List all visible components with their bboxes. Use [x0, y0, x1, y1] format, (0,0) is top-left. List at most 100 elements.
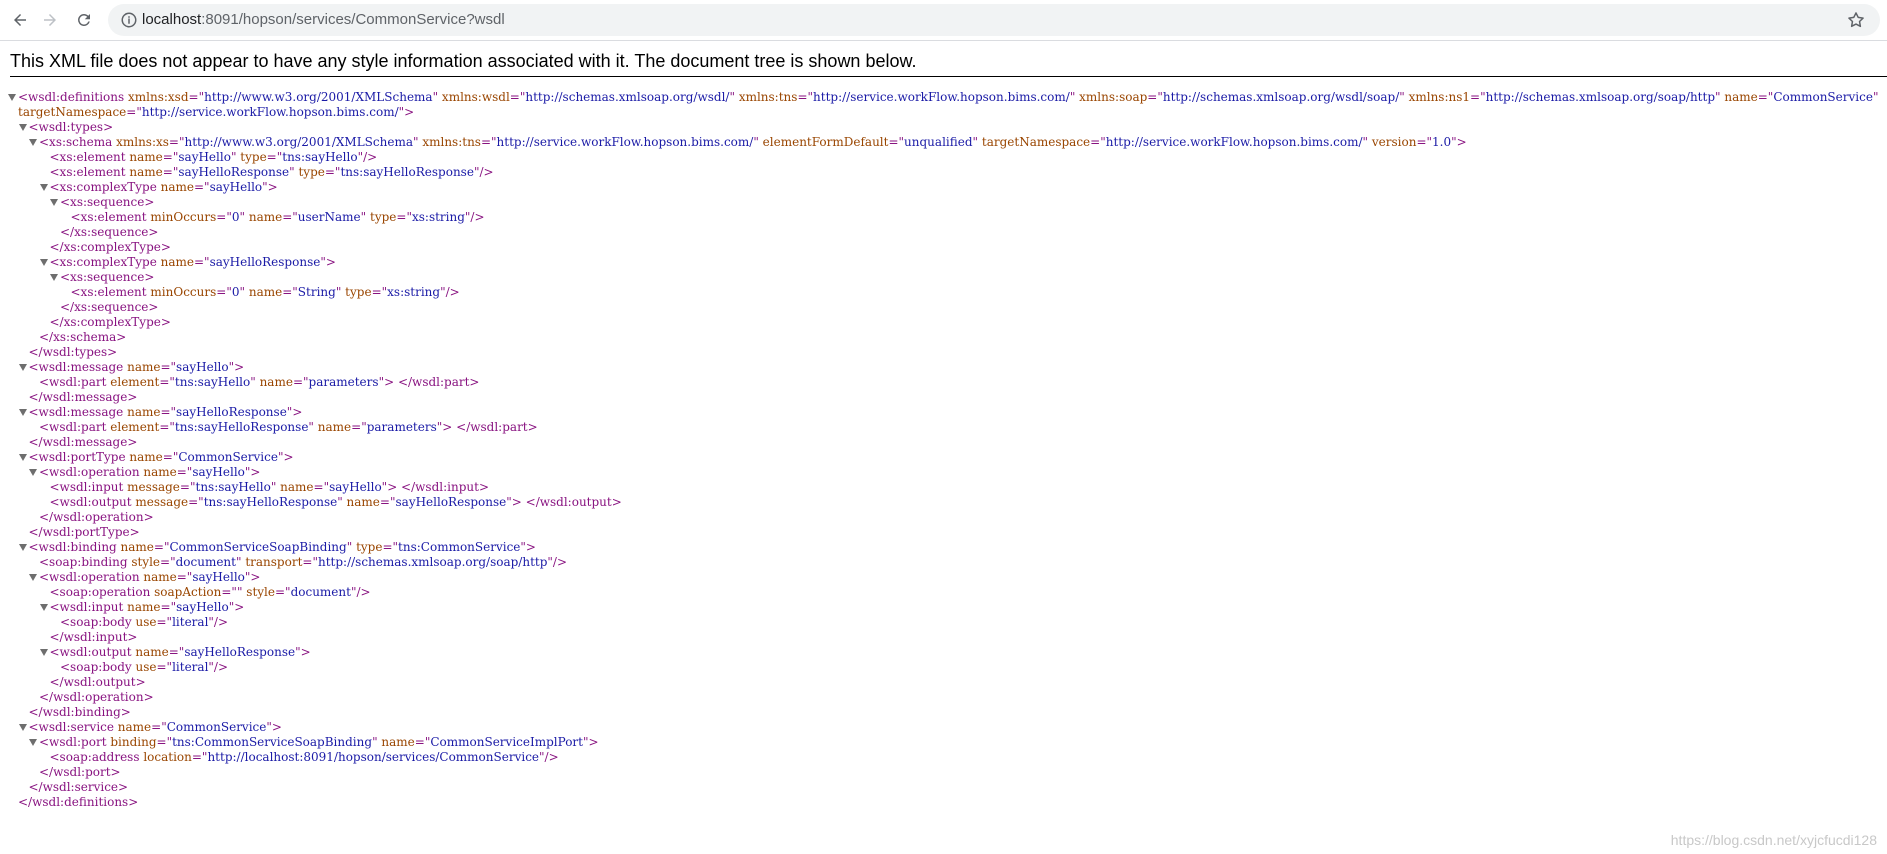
xml-tag-text: </wsdl:input> — [49, 630, 138, 644]
xml-line: </wsdl:binding> — [0, 705, 1887, 720]
arrow-left-icon — [14, 14, 26, 26]
xml-line: <soap:binding style="document" transport… — [0, 555, 1887, 570]
xml-attr-value: literal — [172, 615, 209, 629]
xml-tag-text: <xs:sequence> — [60, 195, 155, 209]
xml-tag-text: =" — [176, 465, 193, 479]
xml-attr-value: sayHello — [176, 360, 229, 374]
xml-attr-value: sayHello — [192, 465, 245, 479]
xml-tag-text: =" — [302, 555, 318, 569]
xml-tag-text: =" — [351, 420, 367, 434]
xml-tag-text: <wsdl:output — [49, 495, 132, 509]
xml-tag-text: =" — [282, 210, 298, 224]
collapse-triangle-icon[interactable] — [18, 364, 27, 371]
xml-attr-value: String — [297, 285, 336, 299]
xml-line-content: <wsdl:binding name="CommonServiceSoapBin… — [29, 540, 536, 555]
xml-attr-value: parameters — [308, 375, 379, 389]
xml-line: <wsdl:output message="tns:sayHelloRespon… — [0, 495, 1887, 510]
xml-line-content: <xs:complexType name="sayHelloResponse"> — [50, 255, 336, 270]
xml-line: <wsdl:input name="sayHello"> — [0, 600, 1887, 615]
back-button[interactable] — [6, 6, 34, 34]
xml-tag-text: =" — [1147, 90, 1163, 104]
xml-attr-name: name — [276, 480, 314, 494]
xml-tag-text: "/> — [208, 615, 229, 629]
xml-attr-value: CommonServiceSoapBinding — [169, 540, 347, 554]
xml-attr-name: name — [342, 495, 380, 509]
xml-tag-text: "/> — [547, 555, 568, 569]
collapse-triangle-icon[interactable] — [18, 544, 27, 551]
xml-line-content: <wsdl:types> — [29, 120, 114, 135]
xml-attr-name: type — [366, 210, 397, 224]
xml-line: </xs:complexType> — [0, 240, 1887, 255]
xml-line: <wsdl:part element="tns:sayHello" name="… — [0, 375, 1887, 390]
collapse-triangle-icon[interactable] — [39, 259, 48, 266]
collapse-triangle-icon[interactable] — [39, 604, 48, 611]
xml-line: <xs:element minOccurs="0" name="String" … — [0, 285, 1887, 300]
xml-tag-text: "> </wsdl:input> — [381, 480, 490, 494]
xml-tag-text: =" — [313, 480, 330, 494]
forward-button[interactable] — [36, 6, 64, 34]
collapse-triangle-icon[interactable] — [29, 739, 37, 746]
xml-line-content: <wsdl:output message="tns:sayHelloRespon… — [50, 495, 622, 510]
collapse-triangle-icon[interactable] — [29, 574, 37, 581]
xml-line-content: </wsdl:port> — [39, 765, 121, 780]
xml-tag-text: =" — [371, 285, 388, 299]
xml-tag-text: =" — [162, 165, 179, 179]
xml-line: <soap:address location="http://localhost… — [0, 750, 1887, 765]
xml-tag-text: =" — [162, 450, 179, 464]
xml-line: <xs:complexType name="sayHello"> — [0, 180, 1887, 195]
xml-document-tree: <wsdl:definitions xmlns:xsd="http://www.… — [0, 90, 1887, 810]
collapse-triangle-icon[interactable] — [18, 124, 27, 131]
xml-attr-value: sayHello — [178, 150, 231, 164]
xml-attr-value: CommonServiceImplPort — [430, 735, 583, 749]
xml-tag-text: =" — [379, 495, 396, 509]
browser-toolbar: localhost:8091/hopson/services/CommonSer… — [0, 0, 1887, 41]
notice-divider — [10, 76, 1887, 77]
xml-line: <wsdl:portType name="CommonService"> — [0, 450, 1887, 465]
xml-tag-text: </wsdl:message> — [28, 390, 138, 404]
collapse-triangle-icon[interactable] — [50, 199, 58, 206]
xml-tag-text: =" — [324, 165, 341, 179]
xml-attr-value: CommonService — [178, 450, 278, 464]
collapse-triangle-icon[interactable] — [18, 724, 27, 731]
xml-line: <soap:body use="literal"/> — [0, 615, 1887, 630]
bookmark-star-icon[interactable] — [1846, 10, 1866, 30]
url-text[interactable]: localhost:8091/hopson/services/CommonSer… — [142, 10, 505, 30]
xml-tag-text: =" — [292, 375, 309, 389]
reload-button[interactable] — [70, 6, 98, 34]
xml-line-content: <wsdl:service name="CommonService"> — [29, 720, 282, 735]
xml-attr-value: document — [175, 555, 236, 569]
collapse-triangle-icon[interactable] — [29, 139, 37, 146]
xml-tag-text: "> — [244, 570, 261, 584]
xml-line: </wsdl:output> — [0, 675, 1887, 690]
xml-attr-value: userName — [297, 210, 361, 224]
xml-line-content: <wsdl:input name="sayHello"> — [50, 600, 245, 615]
xml-tag-text: <wsdl:part — [39, 375, 107, 389]
xml-tag-text: "> — [398, 105, 415, 119]
address-bar[interactable]: localhost:8091/hopson/services/CommonSer… — [108, 4, 1880, 36]
xml-line: targetNamespace="http://service.workFlow… — [0, 105, 1887, 120]
collapse-triangle-icon[interactable] — [39, 184, 48, 191]
xml-tag-text: <soap:binding — [39, 555, 128, 569]
collapse-triangle-icon[interactable] — [8, 94, 16, 101]
xml-line: </wsdl:port> — [0, 765, 1887, 780]
xml-tag-text: </wsdl:binding> — [28, 705, 131, 719]
xml-line: </xs:schema> — [0, 330, 1887, 345]
collapse-triangle-icon[interactable] — [39, 649, 48, 656]
xml-line-content: </xs:complexType> — [50, 240, 171, 255]
collapse-triangle-icon[interactable] — [50, 274, 58, 281]
xml-attr-value: sayHelloResponse — [178, 165, 290, 179]
xml-line-content: </xs:sequence> — [60, 300, 158, 315]
xml-tag-text: <wsdl:service — [28, 720, 114, 734]
xml-tag-text: </xs:sequence> — [60, 225, 159, 239]
xml-line-content: <soap:address location="http://localhost… — [50, 750, 559, 765]
xml-tag-text: =" — [176, 570, 193, 584]
collapse-triangle-icon[interactable] — [18, 409, 27, 416]
xml-attr-value: CommonService — [1773, 90, 1873, 104]
collapse-triangle-icon[interactable] — [18, 454, 27, 461]
xml-tag-text: <wsdl:definitions — [18, 90, 125, 104]
xml-line-content: targetNamespace="http://service.workFlow… — [18, 105, 414, 120]
info-icon[interactable] — [120, 11, 138, 29]
collapse-triangle-icon[interactable] — [29, 469, 37, 476]
xml-line-content: </wsdl:message> — [29, 390, 138, 405]
xml-tag-text: "> — [262, 180, 278, 194]
